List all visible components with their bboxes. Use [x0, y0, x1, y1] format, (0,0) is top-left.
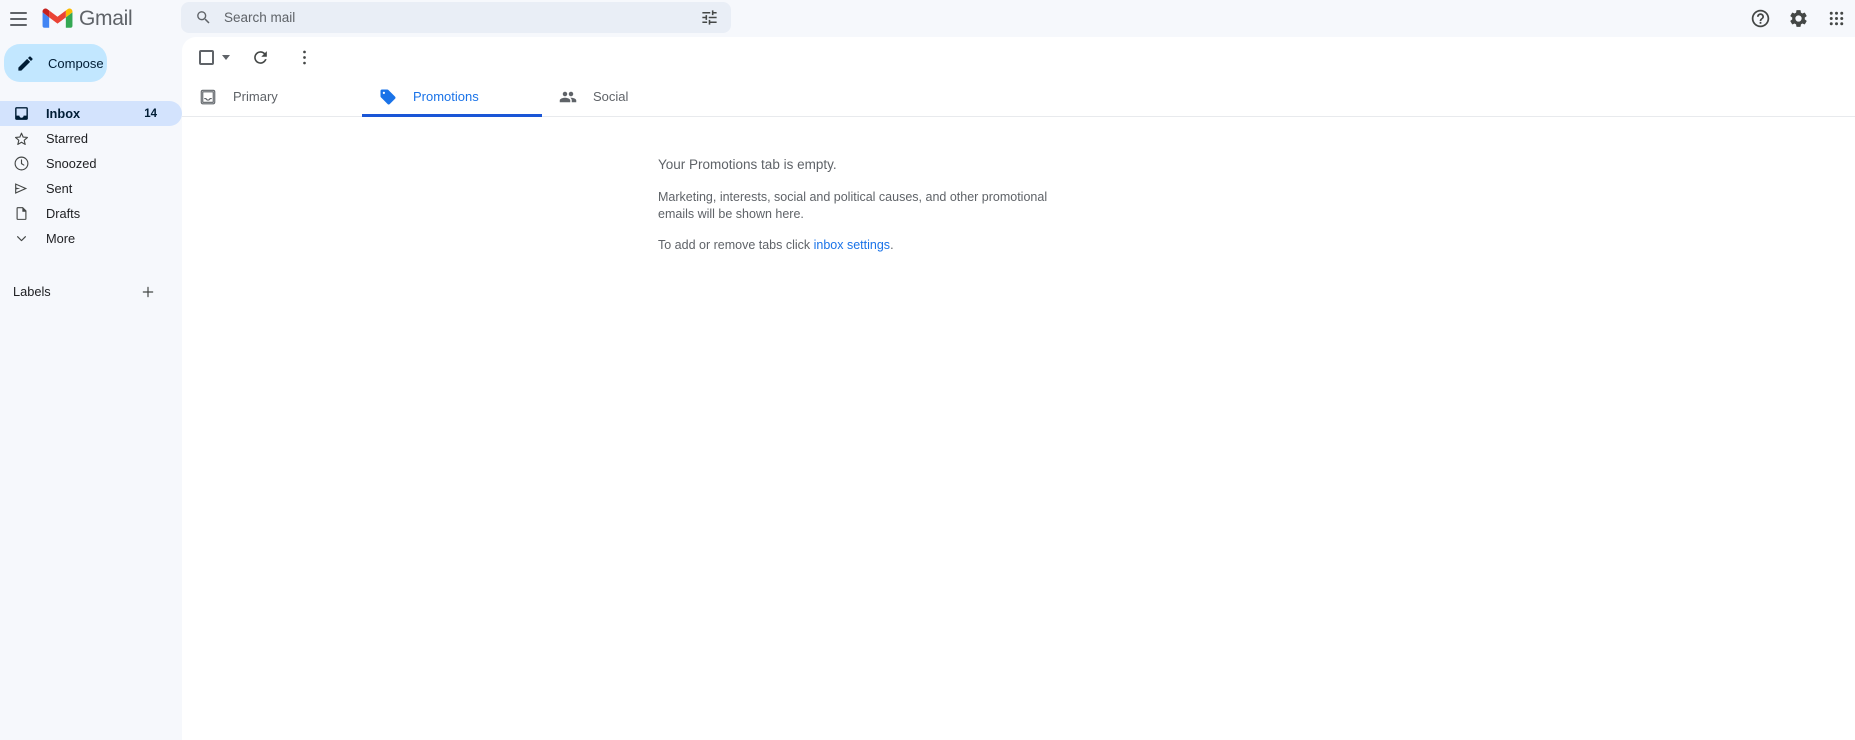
gear-icon[interactable] [1785, 6, 1811, 32]
labels-section-header: Labels [0, 279, 182, 304]
help-circle-icon[interactable] [1747, 6, 1773, 32]
apps-grid-icon[interactable] [1823, 6, 1849, 32]
sidebar: Compose Inbox 14 Starred Snoozed Sent Dr… [0, 37, 182, 740]
gmail-logo-icon [42, 8, 73, 28]
brand-name: Gmail [79, 7, 133, 30]
send-icon [13, 180, 30, 197]
tab-promotions[interactable]: Promotions [362, 77, 542, 117]
top-bar-actions [1747, 0, 1849, 37]
sidebar-item-starred[interactable]: Starred [0, 126, 182, 151]
compose-label: Compose [48, 55, 104, 71]
search-input[interactable] [224, 10, 697, 25]
labels-title: Labels [13, 284, 51, 299]
tab-label: Primary [233, 89, 278, 104]
sidebar-item-more[interactable]: More [0, 226, 182, 251]
empty-state-body: Marketing, interests, social and politic… [658, 190, 1048, 221]
top-bar: Gmail [0, 0, 1855, 37]
sidebar-item-label: Drafts [46, 206, 81, 221]
select-all-control[interactable] [199, 49, 230, 65]
inbox-settings-link[interactable]: inbox settings [814, 238, 890, 252]
refresh-icon[interactable] [246, 43, 274, 71]
chevron-down-icon[interactable] [222, 54, 230, 60]
search-icon [197, 11, 210, 24]
cta-prefix: To add or remove tabs click [658, 238, 814, 252]
main-panel: Primary Promotions Social Your Promotion… [182, 37, 1855, 740]
tune-filter-icon[interactable] [697, 6, 721, 30]
sidebar-item-label: Sent [46, 181, 73, 196]
sidebar-item-drafts[interactable]: Drafts [0, 201, 182, 226]
plus-icon[interactable] [138, 282, 158, 302]
tab-label: Promotions [413, 89, 479, 104]
sidebar-item-label: Snoozed [46, 156, 97, 171]
gmail-brand[interactable]: Gmail [42, 7, 133, 30]
sidebar-item-label: Starred [46, 131, 88, 146]
people-icon [559, 88, 577, 106]
clock-icon [13, 155, 30, 172]
cta-suffix: . [890, 238, 894, 252]
tab-primary[interactable]: Primary [182, 77, 362, 116]
sidebar-item-label: Inbox [46, 106, 81, 121]
draft-icon [13, 205, 30, 222]
tab-social[interactable]: Social [542, 77, 722, 116]
star-icon [13, 130, 30, 147]
sidebar-item-snoozed[interactable]: Snoozed [0, 151, 182, 176]
checkbox-icon[interactable] [199, 49, 214, 65]
list-toolbar [182, 37, 1855, 77]
hamburger-menu-icon[interactable] [6, 7, 30, 31]
sidebar-item-label: More [46, 231, 76, 246]
compose-button[interactable]: Compose [4, 44, 107, 82]
sidebar-item-sent[interactable]: Sent [0, 176, 182, 201]
empty-state-title: Your Promotions tab is empty. [658, 157, 837, 172]
inbox-category-tabs: Primary Promotions Social [182, 77, 1855, 117]
inbox-icon [199, 88, 217, 106]
search-bar[interactable] [181, 2, 731, 33]
inbox-icon [13, 105, 30, 122]
gmail-app: Gmail Search mail Compose Inbox 14 Starr… [0, 0, 1855, 740]
sidebar-nav: Inbox 14 Starred Snoozed Sent Drafts Mor… [0, 101, 182, 251]
chevron-down-icon [13, 230, 30, 247]
empty-state: Your Promotions tab is empty. Marketing,… [182, 117, 1855, 252]
tag-icon [379, 88, 397, 106]
sidebar-item-inbox[interactable]: Inbox 14 [0, 101, 182, 126]
empty-state-cta: To add or remove tabs click inbox settin… [658, 238, 1855, 252]
tab-label: Social [593, 89, 629, 104]
pencil-icon [18, 55, 33, 71]
inbox-unread-count: 14 [144, 107, 157, 120]
more-vertical-icon[interactable] [290, 43, 318, 71]
